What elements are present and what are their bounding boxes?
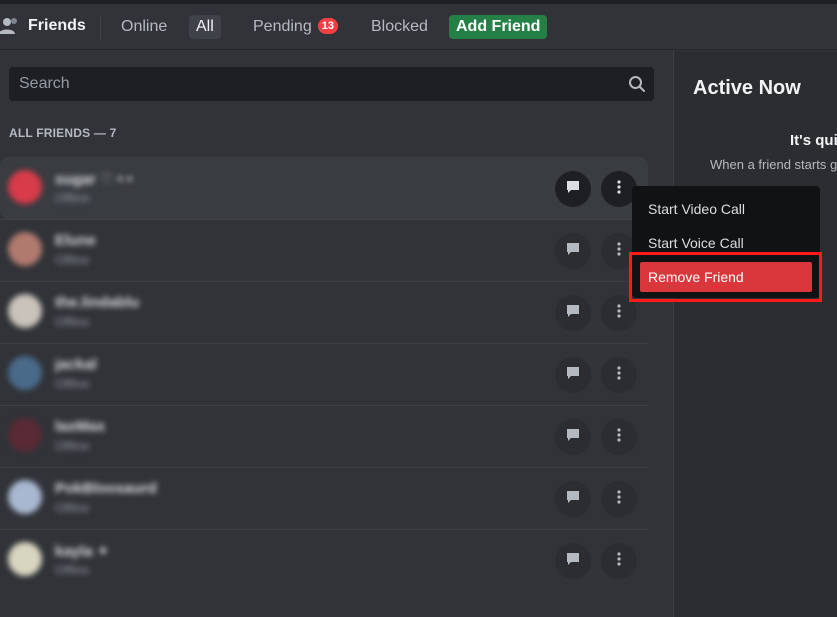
pending-count-badge: 13 [317,18,338,34]
friend-status: Offline [55,315,90,329]
avatar [8,232,42,266]
more-vertical-icon [617,427,621,447]
avatar [8,170,42,204]
avatar [8,418,42,452]
friend-row[interactable]: laxMax Offline [0,405,648,467]
page-title: Friends [28,17,86,34]
more-button[interactable] [601,481,637,517]
active-now-empty-title: It's qui [790,132,837,149]
friends-icon [0,16,20,36]
message-button[interactable] [555,357,591,393]
row-divider [0,529,648,530]
message-icon [565,365,581,386]
more-button[interactable] [601,295,637,331]
row-divider [0,219,648,220]
friend-context-menu: Start Video Call Start Voice Call Remove… [632,186,820,298]
friend-name: jackal [55,356,97,373]
row-divider [0,281,648,282]
friend-name: Elune [55,232,96,249]
search-bar [9,67,654,101]
friends-count-label: ALL FRIENDS — 7 [9,126,117,140]
tab-blocked[interactable]: Blocked [364,15,435,39]
more-button[interactable] [601,419,637,455]
avatar [8,480,42,514]
more-vertical-icon [617,365,621,385]
search-input[interactable] [9,67,629,101]
add-friend-button[interactable]: Add Friend [449,15,548,39]
tab-online[interactable]: Online [114,15,174,39]
message-icon [565,303,581,324]
more-vertical-icon [617,303,621,323]
friend-row[interactable]: kayla ✦ Offline [0,529,648,591]
active-now-title: Active Now [693,77,801,99]
header-divider [100,16,101,40]
message-button[interactable] [555,171,591,207]
friend-name: sugar ♡ • • [55,171,133,188]
friend-row[interactable]: PokBloosaurd Offline [0,467,648,529]
row-divider [0,405,648,406]
friend-row[interactable]: the.lindablu Offline [0,281,648,343]
friend-status: Offline [55,563,90,577]
more-button[interactable] [601,543,637,579]
more-vertical-icon [617,241,621,261]
message-icon [565,551,581,572]
message-icon [565,427,581,448]
start-video-call-item[interactable]: Start Video Call [640,194,812,224]
more-vertical-icon [617,179,621,199]
more-vertical-icon [617,489,621,509]
message-icon [565,179,581,200]
friend-row[interactable]: sugar ♡ • • Offline [0,157,648,219]
search-icon[interactable] [628,75,646,93]
friend-status: Offline [55,501,90,515]
message-button[interactable] [555,481,591,517]
message-button[interactable] [555,543,591,579]
more-button[interactable] [601,357,637,393]
more-vertical-icon [617,551,621,571]
message-icon [565,241,581,262]
friend-row[interactable]: jackal Offline [0,343,648,405]
message-button[interactable] [555,295,591,331]
start-voice-call-item[interactable]: Start Voice Call [640,228,812,258]
row-divider [0,343,648,344]
friend-status: Offline [55,377,90,391]
row-divider [0,467,648,468]
friend-status: Offline [55,253,90,267]
friend-row[interactable]: Elune Offline [0,219,648,281]
avatar [8,294,42,328]
message-button[interactable] [555,419,591,455]
tab-pending-label: Pending [253,18,312,35]
friends-header: Friends Online All Pending 13 Blocked Add… [0,4,837,50]
message-button[interactable] [555,233,591,269]
tab-all[interactable]: All [189,15,221,39]
friend-name: kayla ✦ [55,543,110,560]
friend-name: laxMax [55,418,106,435]
avatar [8,542,42,576]
tab-pending[interactable]: Pending 13 [246,15,345,39]
active-now-empty-description: When a friend starts game or hanging out… [710,157,837,172]
friend-status: Offline [55,439,90,453]
friend-name: the.lindablu [55,294,140,311]
friend-status: Offline [55,191,90,205]
friend-name: PokBloosaurd [55,480,157,497]
avatar [8,356,42,390]
active-now-panel: Active Now It's qui When a friend starts… [674,51,837,617]
message-icon [565,489,581,510]
remove-friend-item[interactable]: Remove Friend [640,262,812,292]
